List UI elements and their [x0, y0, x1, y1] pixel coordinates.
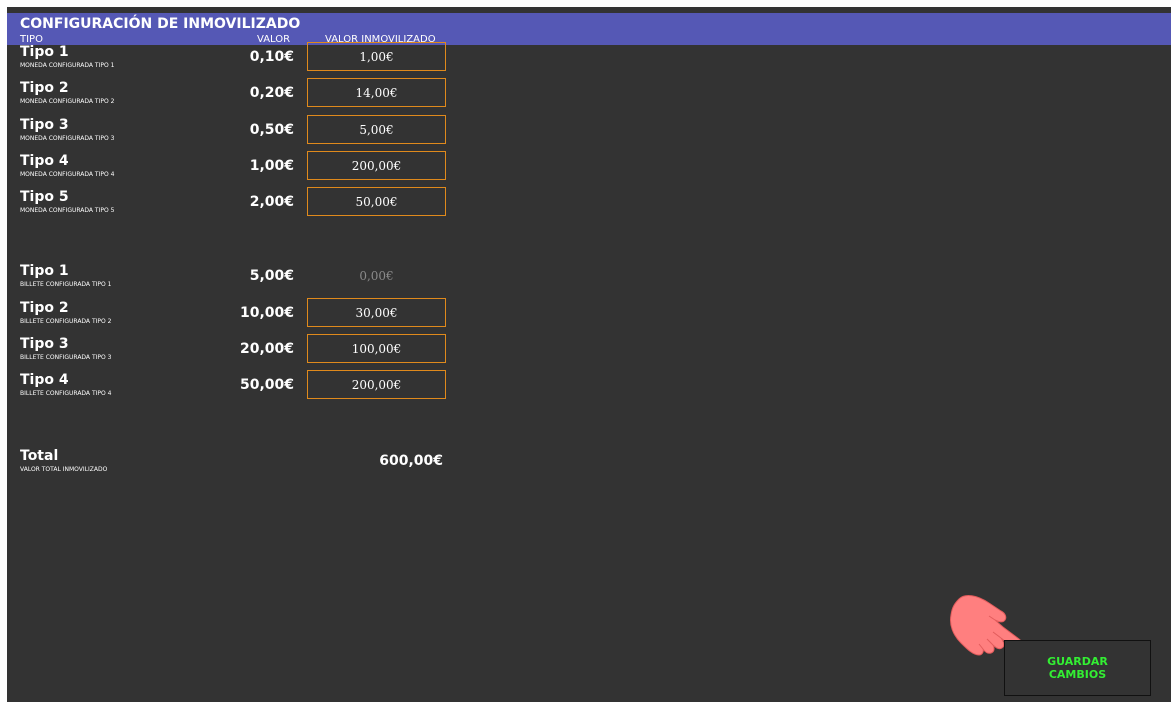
tipo-subtitle: MONEDA CONFIGURADA TIPO 1	[20, 62, 115, 69]
inmovilizado-input[interactable]: 5,00€	[307, 115, 446, 144]
tipo-subtitle: MONEDA CONFIGURADA TIPO 2	[20, 98, 115, 105]
tipo-name: Tipo 4	[20, 153, 69, 169]
total-value: 600,00€	[379, 453, 443, 469]
page-title: CONFIGURACIÓN DE INMOVILIZADO	[20, 16, 301, 32]
moneda-row-4: Tipo 4 MONEDA CONFIGURADA TIPO 4 1,00€ 2…	[7, 151, 467, 183]
valor: 1,00€	[249, 158, 294, 174]
moneda-row-3: Tipo 3 MONEDA CONFIGURADA TIPO 3 0,50€ 5…	[7, 115, 467, 147]
tipo-subtitle: MONEDA CONFIGURADA TIPO 5	[20, 207, 115, 214]
inmovilizado-input[interactable]: 200,00€	[307, 370, 446, 399]
inmovilizado-input[interactable]: 30,00€	[307, 298, 446, 327]
billete-row-1: Tipo 1 BILLETE CONFIGURADA TIPO 1 5,00€ …	[7, 261, 467, 293]
save-button-label: GUARDAR CAMBIOS	[1047, 655, 1108, 681]
tipo-name: Tipo 5	[20, 189, 69, 205]
billete-row-2: Tipo 2 BILLETE CONFIGURADA TIPO 2 10,00€…	[7, 298, 467, 330]
inmovilizado-input[interactable]: 200,00€	[307, 151, 446, 180]
valor: 20,00€	[239, 341, 294, 357]
moneda-row-1: Tipo 1 MONEDA CONFIGURADA TIPO 1 0,10€ 1…	[7, 42, 467, 74]
valor: 5,00€	[249, 268, 294, 284]
tipo-name: Tipo 1	[20, 263, 69, 279]
inmovilizado-value-disabled: 0,00€	[359, 268, 394, 283]
save-changes-button[interactable]: GUARDAR CAMBIOS	[1004, 640, 1151, 696]
tipo-subtitle: BILLETE CONFIGURADA TIPO 1	[20, 281, 112, 288]
valor: 2,00€	[249, 194, 294, 210]
tipo-name: Tipo 3	[20, 336, 69, 352]
inmovilizado-input[interactable]: 100,00€	[307, 334, 446, 363]
header-bar: CONFIGURACIÓN DE INMOVILIZADO TIPO VALOR…	[7, 13, 1171, 45]
tipo-name: Tipo 4	[20, 372, 69, 388]
tipo-name: Tipo 1	[20, 44, 69, 60]
moneda-row-2: Tipo 2 MONEDA CONFIGURADA TIPO 2 0,20€ 1…	[7, 78, 467, 110]
tipo-subtitle: BILLETE CONFIGURADA TIPO 4	[20, 390, 112, 397]
inmovilizado-input[interactable]: 50,00€	[307, 187, 446, 216]
valor: 0,20€	[249, 85, 294, 101]
tipo-subtitle: BILLETE CONFIGURADA TIPO 3	[20, 354, 112, 361]
tipo-name: Tipo 2	[20, 80, 69, 96]
total-row: Total VALOR TOTAL INMOVILIZADO 600,00€	[7, 446, 467, 478]
inmovilizado-input[interactable]: 1,00€	[307, 42, 446, 71]
tipo-name: Tipo 2	[20, 300, 69, 316]
tipo-subtitle: MONEDA CONFIGURADA TIPO 4	[20, 171, 115, 178]
total-subtitle: VALOR TOTAL INMOVILIZADO	[20, 466, 108, 473]
valor: 50,00€	[239, 377, 294, 393]
valor: 0,10€	[249, 49, 294, 65]
tipo-subtitle: BILLETE CONFIGURADA TIPO 2	[20, 318, 112, 325]
total-label: Total	[20, 448, 59, 464]
billete-row-3: Tipo 3 BILLETE CONFIGURADA TIPO 3 20,00€…	[7, 334, 467, 366]
tipo-name: Tipo 3	[20, 117, 69, 133]
inmovilizado-input[interactable]: 14,00€	[307, 78, 446, 107]
tipo-subtitle: MONEDA CONFIGURADA TIPO 3	[20, 135, 115, 142]
moneda-row-5: Tipo 5 MONEDA CONFIGURADA TIPO 5 2,00€ 5…	[7, 187, 467, 219]
inmovilizado-panel: CONFIGURACIÓN DE INMOVILIZADO TIPO VALOR…	[7, 7, 1171, 702]
valor: 10,00€	[239, 305, 294, 321]
valor: 0,50€	[249, 122, 294, 138]
billete-row-4: Tipo 4 BILLETE CONFIGURADA TIPO 4 50,00€…	[7, 370, 467, 402]
